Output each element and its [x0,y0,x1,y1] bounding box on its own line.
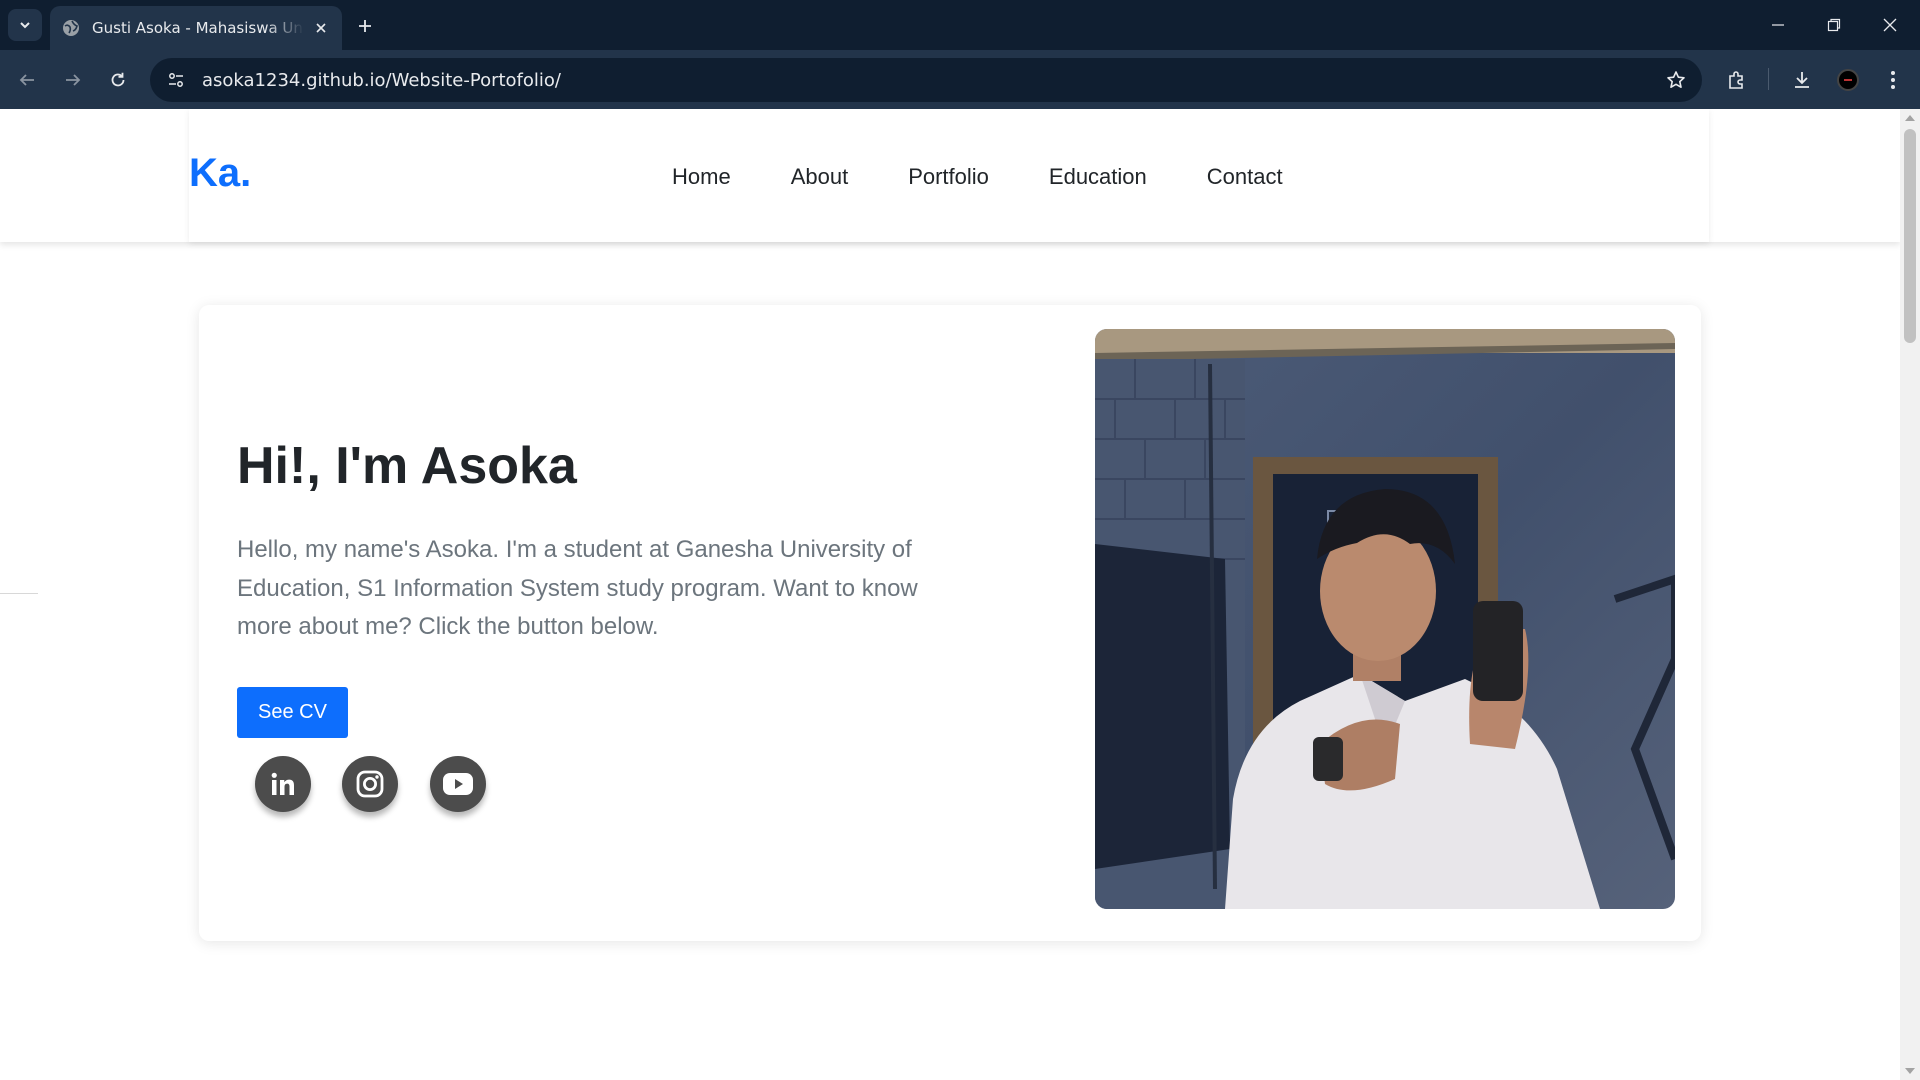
youtube-icon [443,773,473,795]
nav-contact[interactable]: Contact [1207,164,1283,190]
close-tab-icon[interactable] [312,19,330,37]
instagram-link[interactable] [342,756,398,812]
avatar [1837,69,1859,91]
nav-education[interactable]: Education [1049,164,1147,190]
hero-card: Hi!, I'm Asoka Hello, my name's Asoka. I… [199,305,1701,941]
see-cv-button[interactable]: See CV [237,687,348,738]
site-settings-icon[interactable] [154,58,198,102]
browser-tab-bar: Gusti Asoka - Mahasiswa Undiksha [0,0,1920,50]
bookmark-star-icon[interactable] [1664,68,1688,92]
back-button[interactable] [10,63,44,97]
reload-button[interactable] [101,63,135,97]
hero-description: Hello, my name's Asoka. I'm a student at… [237,536,918,640]
scroll-up-arrow[interactable] [1905,115,1915,121]
tab-search-button[interactable] [8,9,42,41]
puzzle-icon [1729,71,1743,89]
minimize-button[interactable] [1750,0,1806,50]
restore-icon [1827,18,1841,32]
youtube-link[interactable] [430,756,486,812]
more-vertical-icon [1891,71,1895,89]
forward-button[interactable] [56,63,90,97]
downloads-button[interactable] [1785,63,1819,97]
toolbar-divider [1768,68,1769,90]
download-icon [1795,72,1809,88]
linkedin-link[interactable] [255,756,311,812]
scroll-down-arrow[interactable] [1905,1068,1915,1074]
close-icon [1883,18,1897,32]
restore-button[interactable] [1806,0,1862,50]
nav-home[interactable]: Home [672,164,731,190]
site-header: Ka. Home About Portfolio Education Conta… [0,109,1900,242]
arrow-right-icon [66,74,81,86]
url-text[interactable]: asoka1234.github.io/Website-Portofolio/ [202,70,561,91]
profile-button[interactable] [1831,63,1865,97]
nav-about[interactable]: About [791,164,849,190]
plus-icon [359,20,371,32]
reload-icon [111,72,125,87]
profile-photo [1095,329,1675,909]
arrow-left-icon [19,74,34,86]
browser-toolbar: asoka1234.github.io/Website-Portofolio/ [0,50,1920,109]
minimize-icon [1772,24,1784,26]
site-logo[interactable]: Ka. [189,151,251,196]
nav-portfolio[interactable]: Portfolio [908,164,989,190]
instagram-icon [356,770,384,798]
browser-menu-button[interactable] [1876,63,1910,97]
divider [0,593,38,594]
hero-title: Hi!, I'm Asoka [237,437,577,495]
chevron-down-icon [20,22,30,29]
navbar: Ka. Home About Portfolio Education Conta… [189,109,1709,242]
page-viewport: Ka. Home About Portfolio Education Conta… [0,109,1900,1080]
extensions-button[interactable] [1719,63,1753,97]
browser-tab-active[interactable]: Gusti Asoka - Mahasiswa Undiksha [50,6,342,50]
page-scrollbar[interactable] [1900,109,1920,1080]
address-bar[interactable]: asoka1234.github.io/Website-Portofolio/ [150,58,1702,102]
tab-title: Gusti Asoka - Mahasiswa Undiksha [92,19,304,37]
scrollbar-thumb[interactable] [1904,129,1916,343]
close-window-button[interactable] [1862,0,1918,50]
globe-icon [62,19,80,37]
main-nav: Home About Portfolio Education Contact [672,164,1343,190]
linkedin-icon [271,772,294,795]
new-tab-button[interactable] [352,13,378,39]
